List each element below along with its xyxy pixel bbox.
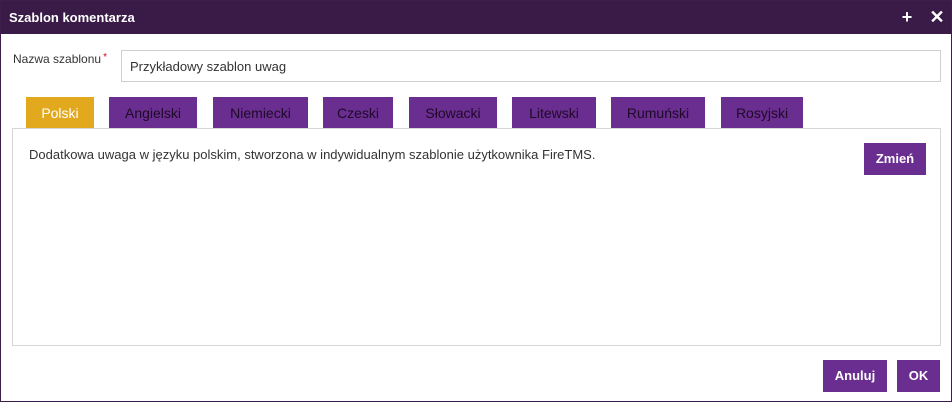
tab-lithuanian[interactable]: Litewski	[512, 97, 596, 129]
tab-english[interactable]: Angielski	[109, 97, 197, 129]
tab-polish[interactable]: Polski	[26, 97, 94, 129]
close-icon[interactable]: ✕	[926, 6, 948, 28]
template-name-label: Nazwa szablonu *	[13, 52, 107, 66]
comment-template-dialog: Szablon komentarza + ✕ Nazwa szablonu * P…	[0, 0, 952, 402]
template-name-label-text: Nazwa szablonu	[13, 52, 102, 66]
dialog-title: Szablon komentarza	[9, 10, 135, 25]
plus-icon[interactable]: +	[896, 6, 918, 28]
language-tabs: Polski Angielski Niemiecki Czeski Słowac…	[1, 97, 951, 129]
tab-russian[interactable]: Rosyjski	[721, 97, 803, 129]
tab-slovak[interactable]: Słowacki	[409, 97, 497, 129]
required-mark: *	[103, 52, 107, 63]
comment-text: Dodatkowa uwaga w języku polskim, stworz…	[29, 147, 596, 162]
tab-romanian[interactable]: Rumuński	[611, 97, 705, 129]
change-button[interactable]: Zmień	[864, 143, 926, 175]
ok-button[interactable]: OK	[897, 360, 940, 392]
cancel-button[interactable]: Anuluj	[823, 360, 887, 392]
tab-czech[interactable]: Czeski	[323, 97, 393, 129]
tab-german[interactable]: Niemiecki	[213, 97, 308, 129]
template-name-input[interactable]	[121, 50, 941, 82]
dialog-titlebar: Szablon komentarza + ✕	[1, 1, 951, 34]
tab-content-panel: Dodatkowa uwaga w języku polskim, stworz…	[12, 128, 941, 346]
